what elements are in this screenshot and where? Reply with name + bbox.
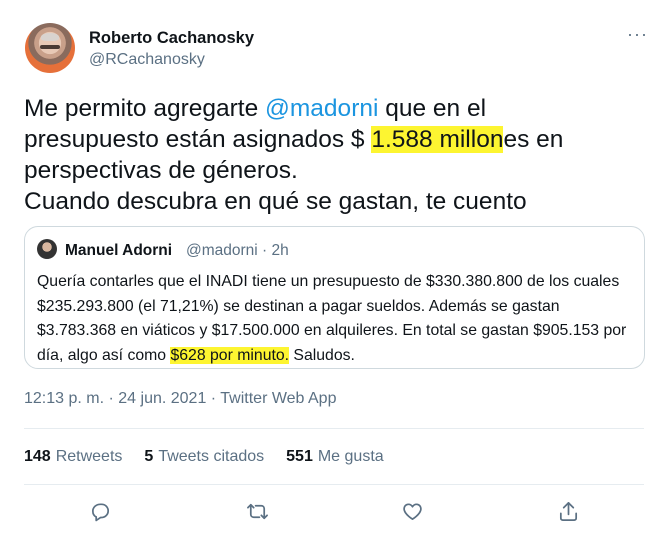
author-handle[interactable]: @RCachanosky (89, 51, 205, 69)
tweet-stats: 148 Retweets 5 Tweets citados 551 Me gusta (24, 448, 406, 466)
tweet-text-segment: presupuesto están asignados $ (24, 126, 372, 153)
retweets-stat[interactable]: 148 Retweets (24, 448, 122, 466)
action-bar (0, 497, 668, 525)
retweets-label: Retweets (55, 448, 123, 465)
quoted-author-meta: @madorni · 2h (186, 242, 289, 259)
likes-label: Me gusta (317, 448, 384, 465)
more-options-icon[interactable]: ··· (627, 25, 648, 43)
like-icon[interactable] (398, 497, 426, 525)
tweet-text-segment: que en el (378, 95, 487, 122)
quoted-text-segment: Saludos. (289, 346, 355, 364)
tweet-text-segment: perspectivas de géneros. (24, 157, 298, 184)
quoted-author-name: Manuel Adorni (65, 242, 173, 259)
divider (24, 484, 644, 485)
retweet-icon[interactable] (243, 497, 271, 525)
likes-stat[interactable]: 551 Me gusta (286, 448, 384, 466)
tweet-timestamp[interactable]: 12:13 p. m. · 24 jun. 2021 · Twitter Web… (24, 390, 336, 408)
quote-tweets-count: 5 (144, 448, 154, 465)
quoted-tweet-text: Quería contarles que el INADI tiene un p… (37, 270, 635, 368)
quoted-tweet[interactable]: Manuel Adorni @madorni · 2h Quería conta… (24, 226, 645, 369)
reply-icon[interactable] (86, 497, 114, 525)
tweet-card: Roberto Cachanosky @RCachanosky ··· Me p… (0, 0, 668, 534)
retweets-count: 148 (24, 448, 51, 465)
author-name[interactable]: Roberto Cachanosky (89, 29, 254, 48)
avatar-glasses (40, 45, 60, 49)
mention-link[interactable]: @madorni (265, 95, 378, 122)
quoted-author-avatar (37, 239, 57, 259)
divider (24, 428, 644, 429)
likes-count: 551 (286, 448, 313, 465)
quote-tweets-label: Tweets citados (158, 448, 265, 465)
tweet-text: Me permito agregarte @madorni que en el … (24, 93, 644, 217)
tweet-text-segment: Cuando descubra en qué se gastan, te cue… (24, 188, 527, 215)
author-avatar[interactable] (25, 23, 75, 73)
quote-tweets-stat[interactable]: 5 Tweets citados (144, 448, 264, 466)
tweet-text-segment: Me permito agregarte (24, 95, 266, 122)
tweet-text-segment: es en (503, 126, 564, 153)
share-icon[interactable] (554, 497, 582, 525)
highlighted-amount: 1.588 millon (371, 126, 504, 153)
highlighted-amount: $628 por minuto. (170, 346, 290, 364)
avatar-hair (41, 33, 59, 41)
